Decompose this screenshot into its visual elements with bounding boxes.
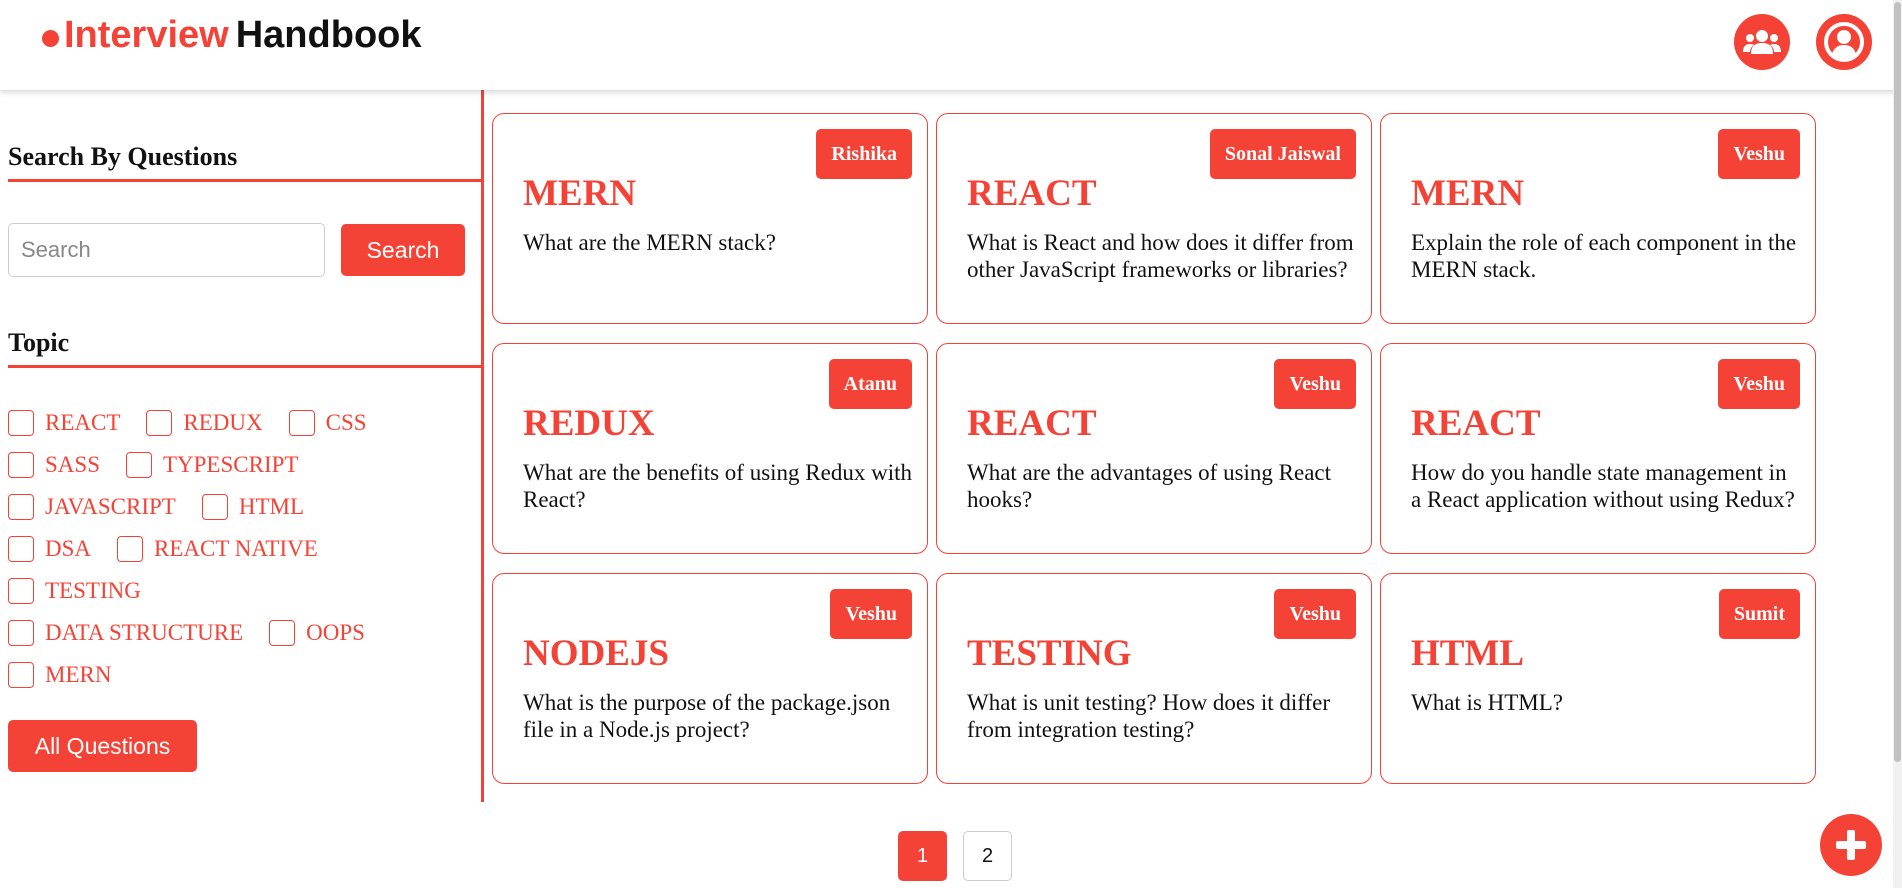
topic-checkbox[interactable] — [201, 494, 228, 520]
question-card[interactable]: Veshu REACT How do you handle state mana… — [1380, 343, 1816, 554]
topic-row: JAVASCRIPT HTML — [8, 493, 330, 521]
topic-filter-html[interactable]: HTML — [201, 494, 304, 520]
question-card[interactable]: Sumit HTML What is HTML? — [1380, 573, 1816, 784]
author-badge: Veshu — [1718, 359, 1800, 409]
card-topic: HTML — [1411, 633, 1525, 674]
topic-section-title: Topic — [8, 328, 70, 357]
topic-checkbox[interactable] — [269, 620, 296, 646]
app-logo[interactable]: Interview Handbook — [42, 14, 422, 57]
card-topic: NODEJS — [523, 633, 669, 674]
topic-filter-data-structure[interactable]: DATA STRUCTURE — [8, 620, 243, 646]
author-badge: Veshu — [830, 589, 912, 639]
author-badge: Rishika — [816, 129, 912, 179]
topic-checkbox[interactable] — [8, 410, 34, 436]
page-scrollbar[interactable] — [1893, 0, 1902, 888]
topic-row: DATA STRUCTURE OOPS — [8, 619, 391, 647]
all-questions-button[interactable]: All Questions — [8, 720, 197, 772]
topic-checkbox[interactable] — [8, 662, 34, 688]
question-card[interactable]: Veshu TESTING What is unit testing? How … — [936, 573, 1372, 784]
search-button[interactable]: Search — [341, 224, 465, 276]
topic-checkbox[interactable] — [8, 536, 34, 562]
topic-filter-react-native[interactable]: REACT NATIVE — [117, 536, 318, 562]
add-question-button[interactable] — [1820, 814, 1882, 876]
author-badge: Veshu — [1274, 589, 1356, 639]
topic-filter-testing[interactable]: TESTING — [8, 578, 141, 604]
topic-row: SASS TYPESCRIPT — [8, 451, 324, 479]
plus-icon — [1836, 830, 1866, 860]
topic-filter-sass[interactable]: SASS — [8, 452, 100, 478]
topic-checkbox[interactable] — [8, 578, 34, 604]
users-button[interactable] — [1734, 14, 1790, 70]
author-badge: Veshu — [1274, 359, 1356, 409]
topic-row: TESTING — [8, 577, 167, 605]
question-card[interactable]: Atanu REDUX What are the benefits of usi… — [492, 343, 928, 554]
card-topic: REACT — [1411, 403, 1541, 444]
topic-checkbox[interactable] — [8, 452, 34, 478]
topic-checkbox[interactable] — [288, 410, 315, 436]
search-section-divider — [8, 179, 481, 182]
author-badge: Atanu — [828, 359, 912, 409]
topic-filter-react[interactable]: REACT — [8, 410, 120, 436]
topic-checkbox[interactable] — [8, 620, 34, 646]
question-card[interactable]: Veshu NODEJS What is the purpose of the … — [492, 573, 928, 784]
card-question: What are the benefits of using Redux wit… — [523, 460, 912, 512]
topic-filter-css[interactable]: CSS — [288, 410, 367, 436]
filter-sidebar: Search By Questions Search Topic REACT R… — [0, 90, 484, 802]
topic-filter-typescript[interactable]: TYPESCRIPT — [125, 452, 298, 478]
card-question: What are the MERN stack? — [523, 230, 776, 255]
card-topic: REACT — [967, 173, 1097, 214]
logo-text-handbook: Handbook — [235, 14, 422, 56]
author-badge: Sonal Jaiswal — [1209, 129, 1356, 179]
app-header: Interview Handbook — [0, 0, 1902, 90]
topic-checkbox[interactable] — [8, 494, 34, 520]
topic-filter-javascript[interactable]: JAVASCRIPT — [8, 494, 176, 520]
topic-row: MERN — [8, 661, 137, 689]
topic-filter-oops[interactable]: OOPS — [269, 620, 365, 646]
topic-checkbox[interactable] — [117, 536, 144, 562]
question-card[interactable]: Sonal Jaiswal REACT What is React and ho… — [936, 113, 1372, 324]
topic-filter-redux[interactable]: REDUX — [146, 410, 263, 436]
page-button-2[interactable]: 2 — [963, 831, 1012, 881]
card-question: What is unit testing? How does it differ… — [967, 690, 1331, 742]
question-card[interactable]: Rishika MERN What are the MERN stack? — [492, 113, 928, 324]
card-question: How do you handle state management in a … — [1411, 460, 1795, 512]
scrollbar-thumb[interactable] — [1894, 2, 1901, 762]
card-topic: REACT — [967, 403, 1097, 444]
card-question: What is React and how does it differ fro… — [967, 230, 1354, 282]
author-badge: Sumit — [1718, 589, 1800, 639]
topic-filter-dsa[interactable]: DSA — [8, 536, 91, 562]
topic-section-divider — [8, 365, 481, 368]
profile-button[interactable] — [1816, 14, 1872, 70]
topic-row: DSA REACT NATIVE — [8, 535, 344, 563]
card-topic: MERN — [1411, 173, 1525, 214]
logo-text-interview: Interview — [64, 14, 229, 56]
page-button-1[interactable]: 1 — [898, 831, 947, 881]
topic-checkbox[interactable] — [125, 452, 152, 478]
card-topic: TESTING — [967, 633, 1132, 674]
search-section-title: Search By Questions — [8, 142, 238, 171]
search-input[interactable] — [8, 223, 325, 277]
card-topic: REDUX — [523, 403, 655, 444]
logo-dot — [42, 30, 59, 47]
card-question: What is the purpose of the package.json … — [523, 690, 891, 742]
question-card[interactable]: Veshu MERN Explain the role of each comp… — [1380, 113, 1816, 324]
card-topic: MERN — [523, 173, 637, 214]
card-question: What is HTML? — [1411, 690, 1564, 715]
users-icon — [1743, 30, 1781, 54]
topic-filter-mern[interactable]: MERN — [8, 662, 111, 688]
user-circle-icon — [1824, 22, 1864, 62]
card-question: What are the advantages of using React h… — [967, 460, 1332, 512]
author-badge: Veshu — [1718, 129, 1800, 179]
question-card[interactable]: Veshu REACT What are the advantages of u… — [936, 343, 1372, 554]
card-question: Explain the role of each component in th… — [1411, 230, 1797, 282]
topic-row: REACT REDUX CSS — [8, 409, 393, 437]
topic-checkbox[interactable] — [146, 410, 173, 436]
